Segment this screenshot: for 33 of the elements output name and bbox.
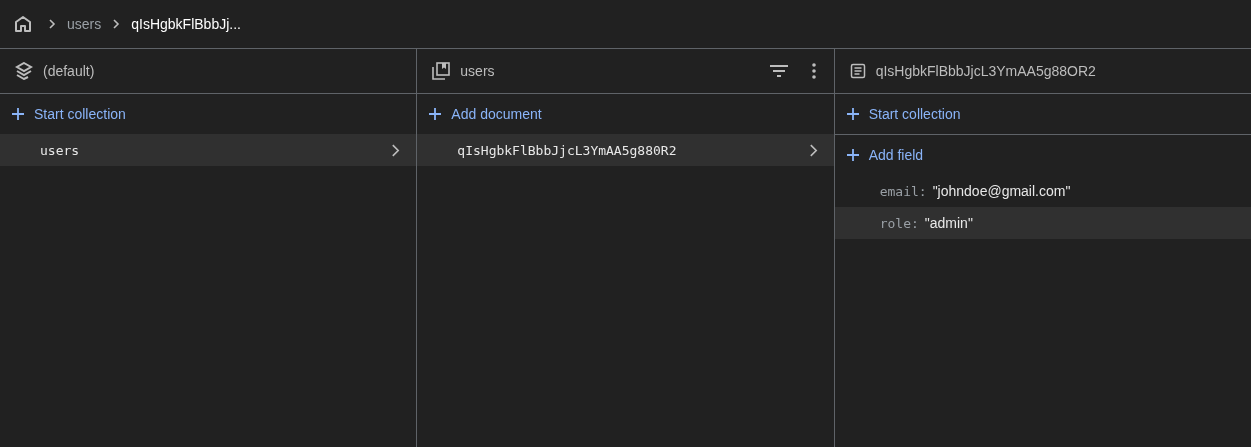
breadcrumb-link[interactable]: qIsHgbkFlBbbJj... — [131, 16, 241, 32]
collection-icon — [432, 62, 451, 80]
breadcrumb-link[interactable]: users — [67, 16, 102, 32]
plus-icon — [846, 108, 859, 120]
field-value: "johndoe@gmail.com" — [932, 183, 1071, 199]
stack-icon — [15, 62, 33, 80]
chevron-icon — [111, 19, 122, 29]
add-button[interactable]: Add field — [834, 135, 924, 175]
filter-icon[interactable] — [769, 64, 788, 78]
panel-title: users — [460, 63, 496, 79]
field-row[interactable]: email: "johndoe@gmail.com" — [834, 175, 1251, 207]
field-row[interactable]: role: "admin" — [834, 207, 1251, 239]
list-item[interactable]: users — [0, 134, 417, 166]
plus-icon — [12, 108, 24, 120]
list-item[interactable]: qIsHgbkFlBbbJjcL3YmAA5g880R2 — [417, 134, 834, 166]
home-icon[interactable] — [13, 14, 33, 34]
field-key: email: — [879, 183, 927, 199]
document-icon — [849, 63, 866, 79]
item-label: qIsHgbkFlBbbJjcL3YmAA5g880R2 — [457, 142, 677, 158]
chevron-icon — [808, 143, 818, 157]
panel-title: (default) — [43, 63, 96, 79]
add-button[interactable]: Start collection — [834, 94, 961, 134]
add-button[interactable]: Add document — [417, 94, 542, 134]
add-button[interactable]: Start collection — [0, 94, 126, 134]
field-key: role: — [879, 215, 919, 231]
more-icon[interactable] — [811, 63, 816, 79]
chevron-icon — [47, 19, 57, 29]
plus-icon — [846, 149, 859, 161]
panel-title: qIsHgbkFlBbbJjcL3YmAA5g88OR2 — [875, 63, 1097, 79]
plus-icon — [429, 108, 442, 120]
field-value: "admin" — [924, 215, 973, 231]
item-label: users — [40, 142, 80, 158]
chevron-icon — [391, 143, 401, 157]
